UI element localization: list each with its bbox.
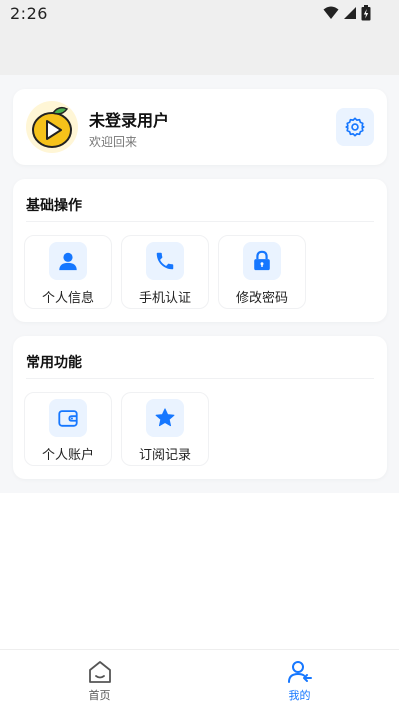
wallet-icon — [58, 410, 78, 427]
profile-subtitle: 欢迎回来 — [89, 135, 138, 149]
tile-row: 个人账户 订阅记录 — [24, 392, 209, 466]
status-bar: 2:26 — [0, 0, 399, 75]
settings-button[interactable] — [336, 108, 374, 146]
tile-icon-box — [49, 242, 87, 280]
signal-icon — [344, 7, 356, 19]
user-icon — [287, 661, 312, 683]
tile-personal-account[interactable]: 个人账户 — [24, 392, 112, 466]
tile-change-password[interactable]: 修改密码 — [218, 235, 306, 309]
tile-label: 修改密码 — [235, 291, 288, 306]
tile-icon-box — [243, 242, 281, 280]
section-title: 常用功能 — [26, 355, 82, 371]
tab-label: 首页 — [88, 689, 111, 702]
tile-label: 手机认证 — [138, 291, 191, 306]
status-time: 2:26 — [10, 4, 48, 23]
tile-personal-info[interactable]: 个人信息 — [24, 235, 112, 309]
phone-icon — [156, 252, 174, 270]
home-icon — [88, 661, 111, 683]
section-divider — [26, 378, 374, 379]
tile-label: 订阅记录 — [138, 448, 191, 463]
tab-home[interactable]: 首页 — [0, 650, 199, 709]
lemon-play-logo-icon — [32, 106, 72, 148]
lock-icon — [254, 250, 270, 271]
section-divider — [26, 221, 374, 222]
gear-icon — [345, 117, 365, 137]
bottom-tab-bar: 首页 我的 — [0, 649, 399, 709]
tile-phone-verification[interactable]: 手机认证 — [121, 235, 209, 309]
tab-label: 我的 — [288, 689, 311, 702]
section-common-functions: 常用功能 个人账户 订阅记录 — [13, 336, 387, 479]
star-icon — [155, 408, 175, 427]
tile-icon-box — [146, 242, 184, 280]
tab-mine[interactable]: 我的 — [200, 650, 399, 709]
section-title: 基础操作 — [26, 198, 82, 214]
tile-label: 个人信息 — [41, 291, 94, 306]
tile-label: 个人账户 — [41, 448, 94, 463]
tile-icon-box — [146, 399, 184, 437]
section-basic-operations: 基础操作 个人信息 手机认证 修改密码 — [13, 179, 387, 322]
profile-name: 未登录用户 — [89, 111, 170, 130]
profile-card[interactable]: 未登录用户 欢迎回来 — [13, 89, 387, 165]
status-icons — [323, 5, 371, 21]
battery-icon — [361, 5, 371, 21]
user-icon — [59, 252, 77, 271]
wifi-icon — [323, 6, 339, 19]
tile-subscription-records[interactable]: 订阅记录 — [121, 392, 209, 466]
tile-row: 个人信息 手机认证 修改密码 — [24, 235, 306, 309]
tile-icon-box — [49, 399, 87, 437]
avatar[interactable] — [26, 101, 78, 153]
